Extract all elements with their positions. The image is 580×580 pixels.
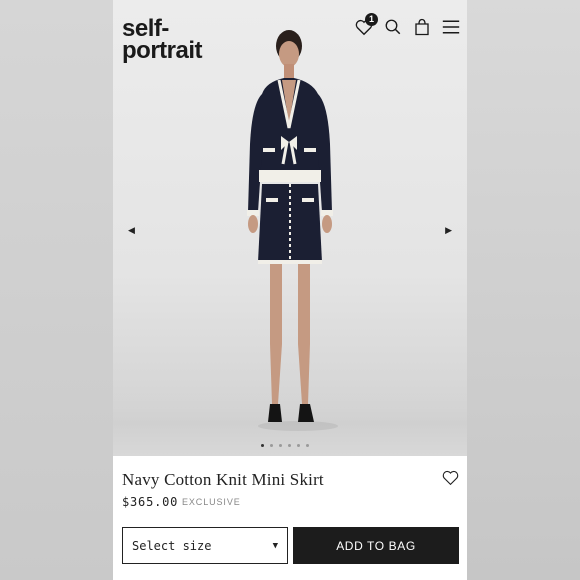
pagination-dot[interactable] bbox=[297, 444, 300, 447]
menu-button[interactable] bbox=[441, 16, 461, 38]
chevron-down-icon: ▼ bbox=[272, 540, 278, 551]
product-photo bbox=[247, 30, 338, 431]
product-price: $365.00 bbox=[122, 495, 179, 509]
brand-logo-line2: portrait bbox=[122, 37, 203, 64]
menu-icon bbox=[442, 20, 460, 34]
bag-icon bbox=[415, 18, 429, 36]
search-button[interactable] bbox=[383, 16, 403, 38]
pagination-dot[interactable] bbox=[288, 444, 291, 447]
product-page: self- portrait 1 ◀ ▶ Navy Cotton Knit Mi… bbox=[113, 0, 467, 580]
exclusive-tag: EXCLUSIVE bbox=[182, 497, 241, 507]
search-icon bbox=[385, 19, 401, 35]
add-to-wishlist-button[interactable] bbox=[442, 470, 459, 491]
pagination-dot[interactable] bbox=[306, 444, 309, 447]
wishlist-count-badge: 1 bbox=[365, 13, 378, 26]
gallery-pagination bbox=[261, 444, 309, 447]
previous-image-arrow-icon[interactable]: ◀ bbox=[128, 225, 135, 236]
add-to-bag-button[interactable]: ADD TO BAG bbox=[293, 527, 459, 564]
pagination-dot[interactable] bbox=[261, 444, 264, 447]
pagination-dot[interactable] bbox=[270, 444, 273, 447]
wishlist-button[interactable]: 1 bbox=[354, 13, 378, 38]
product-title: Navy Cotton Knit Mini Skirt bbox=[122, 470, 324, 489]
brand-logo[interactable]: self- portrait bbox=[122, 17, 203, 64]
size-select[interactable]: Select size ▼ bbox=[122, 527, 288, 564]
size-select-label: Select size bbox=[132, 538, 212, 553]
next-image-arrow-icon[interactable]: ▶ bbox=[445, 225, 452, 236]
product-image-gallery[interactable]: self- portrait 1 ◀ ▶ bbox=[113, 0, 467, 456]
background-left bbox=[0, 0, 113, 580]
background-right bbox=[467, 0, 580, 580]
heart-icon bbox=[442, 470, 459, 486]
bag-button[interactable] bbox=[412, 16, 432, 38]
pagination-dot[interactable] bbox=[279, 444, 282, 447]
header-icons: 1 bbox=[354, 13, 461, 38]
